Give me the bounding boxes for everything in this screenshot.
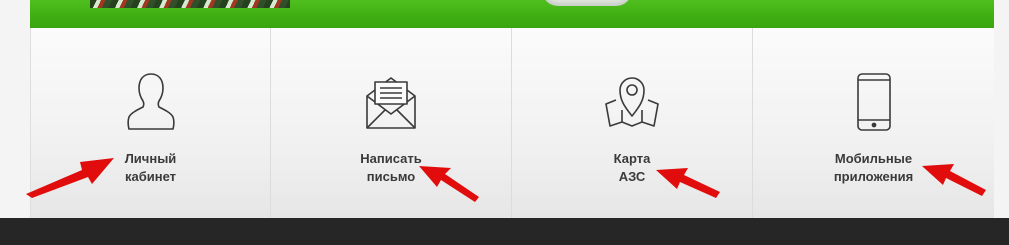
page-margin-left xyxy=(0,0,30,218)
banner-decoration xyxy=(90,0,290,8)
page-margin-right xyxy=(994,0,1009,218)
quick-links: Личный кабинет Написать письмо Карта АЗС… xyxy=(30,28,994,218)
tile-personal-account[interactable]: Личный кабинет xyxy=(30,28,271,218)
tile-label: Написать письмо xyxy=(360,151,422,184)
map-pin-icon xyxy=(600,70,664,134)
user-icon xyxy=(119,70,183,134)
tile-label: Карта АЗС xyxy=(613,151,651,184)
smartphone-icon xyxy=(842,70,906,134)
tile-write-letter[interactable]: Написать письмо xyxy=(271,28,512,218)
tile-station-map[interactable]: Карта АЗС xyxy=(512,28,753,218)
tile-label: Личный кабинет xyxy=(124,151,177,184)
banner-image xyxy=(542,0,632,6)
tile-label: Мобильные приложения xyxy=(833,151,914,184)
header-banner xyxy=(30,0,994,28)
mail-icon xyxy=(359,70,423,134)
tile-mobile-apps[interactable]: Мобильные приложения xyxy=(753,28,994,218)
page-footer xyxy=(0,218,1009,245)
